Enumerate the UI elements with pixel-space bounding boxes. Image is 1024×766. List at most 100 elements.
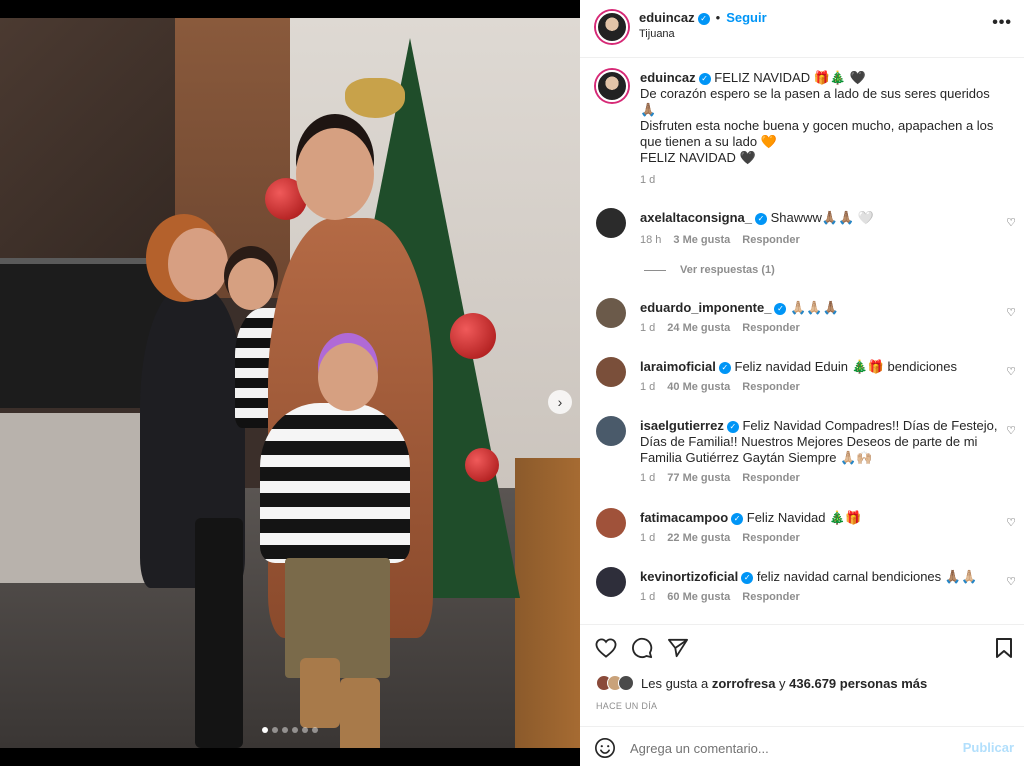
like-heart-icon[interactable] <box>594 636 618 660</box>
commenter-username[interactable]: fatimacampoo <box>640 510 728 525</box>
comment-meta: 1 d 40 Me gusta Responder <box>640 381 812 393</box>
commenter-avatar[interactable] <box>596 298 626 328</box>
comment-bubble-icon[interactable] <box>630 636 654 660</box>
publish-button[interactable]: Publicar <box>963 740 1014 755</box>
likes-conjunction: y <box>779 675 786 691</box>
caption-author-avatar[interactable] <box>596 70 628 102</box>
verified-badge-icon: ✓ <box>774 302 787 315</box>
post-photo[interactable]: › <box>0 18 580 748</box>
commenter-avatar[interactable] <box>596 567 626 597</box>
comment-input[interactable] <box>630 737 950 759</box>
add-comment-bar: Publicar <box>580 726 1024 766</box>
comment-text: Feliz Navidad 🎄🎁 <box>746 510 862 525</box>
comment-time: 1 d <box>640 591 656 603</box>
comment-meta: 1 d 24 Me gusta Responder <box>640 322 812 334</box>
likes-summary: Les gusta a zorrofresa y 436.679 persona… <box>596 675 927 691</box>
commenter-username[interactable]: kevinortizoficial <box>640 569 738 584</box>
comment-text: Feliz navidad Eduin 🎄🎁 bendiciones <box>734 359 957 374</box>
photo-boot-right <box>340 678 380 748</box>
comment-likes[interactable]: 3 Me gusta <box>673 234 730 246</box>
post-header: eduincaz ✓ • Seguir Tijuana ••• <box>580 0 1024 58</box>
caption-line: FELIZ NAVIDAD 🎁🎄 🖤 <box>714 70 866 85</box>
save-bookmark-icon[interactable] <box>992 636 1016 660</box>
likes-prefix: Les gusta a <box>641 675 709 691</box>
verified-badge-icon: ✓ <box>731 512 744 525</box>
like-comment-heart-icon[interactable]: ♡ <box>1006 306 1016 319</box>
reply-button[interactable]: Responder <box>742 472 799 484</box>
follow-button[interactable]: Seguir <box>726 10 766 25</box>
likes-text: Les gusta a zorrofresa y 436.679 persona… <box>641 676 927 691</box>
post-actions: Les gusta a zorrofresa y 436.679 persona… <box>580 624 1024 720</box>
photo-ornament <box>465 448 499 482</box>
author-avatar[interactable] <box>596 11 628 43</box>
comment-likes[interactable]: 77 Me gusta <box>667 472 730 484</box>
likes-count[interactable]: 436.679 personas más <box>789 676 927 691</box>
comment-meta: 1 d 22 Me gusta Responder <box>640 532 812 544</box>
share-paper-plane-icon[interactable] <box>666 636 690 660</box>
commenter-username[interactable]: axelaltaconsigna_ <box>640 210 752 225</box>
more-options-icon[interactable]: ••• <box>992 14 1012 32</box>
commenter-username[interactable]: isaelgutierrez <box>640 418 724 433</box>
like-comment-heart-icon[interactable]: ♡ <box>1006 575 1016 588</box>
verified-badge-icon: ✓ <box>698 72 711 85</box>
commenter-avatar[interactable] <box>596 508 626 538</box>
view-replies-button[interactable]: Ver respuestas (1) <box>644 264 775 276</box>
commenter-avatar[interactable] <box>596 208 626 238</box>
view-replies-label: Ver respuestas (1) <box>680 264 775 276</box>
reply-button[interactable]: Responder <box>742 591 799 603</box>
comment-time: 1 d <box>640 381 656 393</box>
post-timestamp[interactable]: HACE UN DÍA <box>596 701 657 711</box>
comment-item: isaelgutierrez ✓ Feliz Navidad Compadres!… <box>596 416 1016 492</box>
carousel-dot <box>312 727 318 733</box>
caption-time: 1 d <box>640 174 656 186</box>
comment-item: fatimacampoo ✓ Feliz Navidad 🎄🎁 1 d 22 Me … <box>596 508 1016 552</box>
reply-button[interactable]: Responder <box>742 322 799 334</box>
commenter-avatar[interactable] <box>596 357 626 387</box>
caption-username[interactable]: eduincaz <box>640 70 696 85</box>
like-comment-heart-icon[interactable]: ♡ <box>1006 424 1016 437</box>
photo-ornament <box>450 313 496 359</box>
carousel-dot <box>272 727 278 733</box>
post-sidebar: eduincaz ✓ • Seguir Tijuana ••• eduincaz ✓ F… <box>580 0 1024 766</box>
reply-button[interactable]: Responder <box>742 381 799 393</box>
photo-boy-head <box>318 343 378 411</box>
comment-item: kevinortizoficial ✓ feliz navidad carnal … <box>596 567 1016 611</box>
comment-likes[interactable]: 24 Me gusta <box>667 322 730 334</box>
like-comment-heart-icon[interactable]: ♡ <box>1006 216 1016 229</box>
caption-line: FELIZ NAVIDAD 🖤 <box>640 150 756 165</box>
comment-likes[interactable]: 60 Me gusta <box>667 591 730 603</box>
carousel-dot <box>262 727 268 733</box>
reply-button[interactable]: Responder <box>742 234 799 246</box>
caption-body: eduincaz ✓ FELIZ NAVIDAD 🎁🎄 🖤 De corazón … <box>640 70 1000 166</box>
photo-man-head <box>296 128 374 220</box>
photo-woman-head <box>168 228 228 300</box>
comment-body: laraimoficial ✓ Feliz navidad Eduin 🎄🎁 be… <box>640 359 1000 375</box>
commenter-username[interactable]: laraimoficial <box>640 359 716 374</box>
carousel-dot <box>302 727 308 733</box>
post-location[interactable]: Tijuana <box>639 28 675 40</box>
comment-likes[interactable]: 40 Me gusta <box>667 381 730 393</box>
emoji-smiley-icon[interactable] <box>594 737 616 759</box>
photo-boy <box>260 403 410 563</box>
comment-time: 18 h <box>640 234 662 246</box>
comment-likes[interactable]: 22 Me gusta <box>667 532 730 544</box>
like-comment-heart-icon[interactable]: ♡ <box>1006 516 1016 529</box>
comment-body: axelaltaconsigna_ ✓ Shawww🙏🏽🙏🏽 🤍 <box>640 210 1000 226</box>
caption-meta: 1 d <box>640 174 667 186</box>
comments-list: eduincaz ✓ FELIZ NAVIDAD 🎁🎄 🖤 De corazón … <box>580 58 1024 623</box>
like-comment-heart-icon[interactable]: ♡ <box>1006 365 1016 378</box>
next-photo-button[interactable]: › <box>548 390 572 414</box>
commenter-avatar[interactable] <box>596 416 626 446</box>
commenter-username[interactable]: eduardo_imponente_ <box>640 300 771 315</box>
author-username[interactable]: eduincaz <box>639 10 695 25</box>
comment-item: laraimoficial ✓ Feliz navidad Eduin 🎄🎁 be… <box>596 357 1016 401</box>
verified-badge-icon: ✓ <box>741 571 754 584</box>
verified-badge-icon: ✓ <box>718 361 731 374</box>
reply-button[interactable]: Responder <box>742 532 799 544</box>
liker-username[interactable]: zorrofresa <box>712 676 776 691</box>
comment-item: eduardo_imponente_ ✓ 🙏🏼🙏🏼🙏🏽 1 d 24 Me gust… <box>596 298 1016 342</box>
comment-body: isaelgutierrez ✓ Feliz Navidad Compadres!… <box>640 418 1000 466</box>
author-line: eduincaz ✓ • Seguir <box>639 10 767 25</box>
comment-meta: 18 h 3 Me gusta Responder <box>640 234 812 246</box>
comment-text: 🙏🏼🙏🏼🙏🏽 <box>790 300 839 315</box>
